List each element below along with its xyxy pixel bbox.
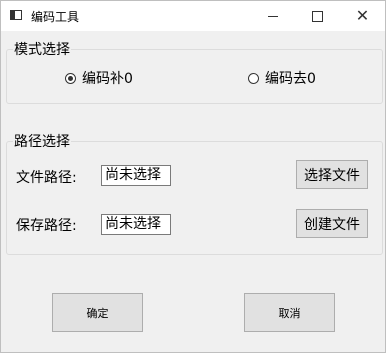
path-group-legend: 路径选择 xyxy=(13,131,71,151)
window-icon xyxy=(10,10,22,20)
cancel-button[interactable]: 取消 xyxy=(244,293,335,332)
title-bar[interactable]: 编码工具 ✕ xyxy=(1,1,385,31)
create-file-button[interactable]: 创建文件 xyxy=(296,209,368,238)
app-window: 编码工具 ✕ 模式选择 编码补0 编码去0 路径选择 文件路径: 尚未选择 选择… xyxy=(0,0,386,353)
radio-indicator-checked[interactable] xyxy=(65,72,76,84)
radio-strip-zero[interactable]: 编码去0 xyxy=(248,68,316,88)
maximize-icon xyxy=(312,10,323,22)
close-button[interactable]: ✕ xyxy=(340,1,385,31)
file-path-field[interactable]: 尚未选择 xyxy=(101,165,171,186)
close-icon: ✕ xyxy=(355,6,370,25)
minimize-icon xyxy=(267,15,278,17)
radio-label-strip-zero: 编码去0 xyxy=(265,71,316,87)
minimize-button[interactable] xyxy=(250,1,295,31)
mode-group-legend: 模式选择 xyxy=(13,39,71,59)
maximize-button[interactable] xyxy=(295,1,340,31)
radio-indicator-unchecked[interactable] xyxy=(248,72,259,84)
select-file-button[interactable]: 选择文件 xyxy=(296,160,368,189)
save-path-label: 保存路径: xyxy=(16,218,77,234)
save-path-field[interactable]: 尚未选择 xyxy=(101,214,171,235)
radio-pad-zero[interactable]: 编码补0 xyxy=(65,68,133,88)
ok-button[interactable]: 确定 xyxy=(52,293,143,332)
radio-label-pad-zero: 编码补0 xyxy=(82,71,133,87)
file-path-label: 文件路径: xyxy=(16,170,77,186)
window-title: 编码工具 xyxy=(31,10,80,24)
